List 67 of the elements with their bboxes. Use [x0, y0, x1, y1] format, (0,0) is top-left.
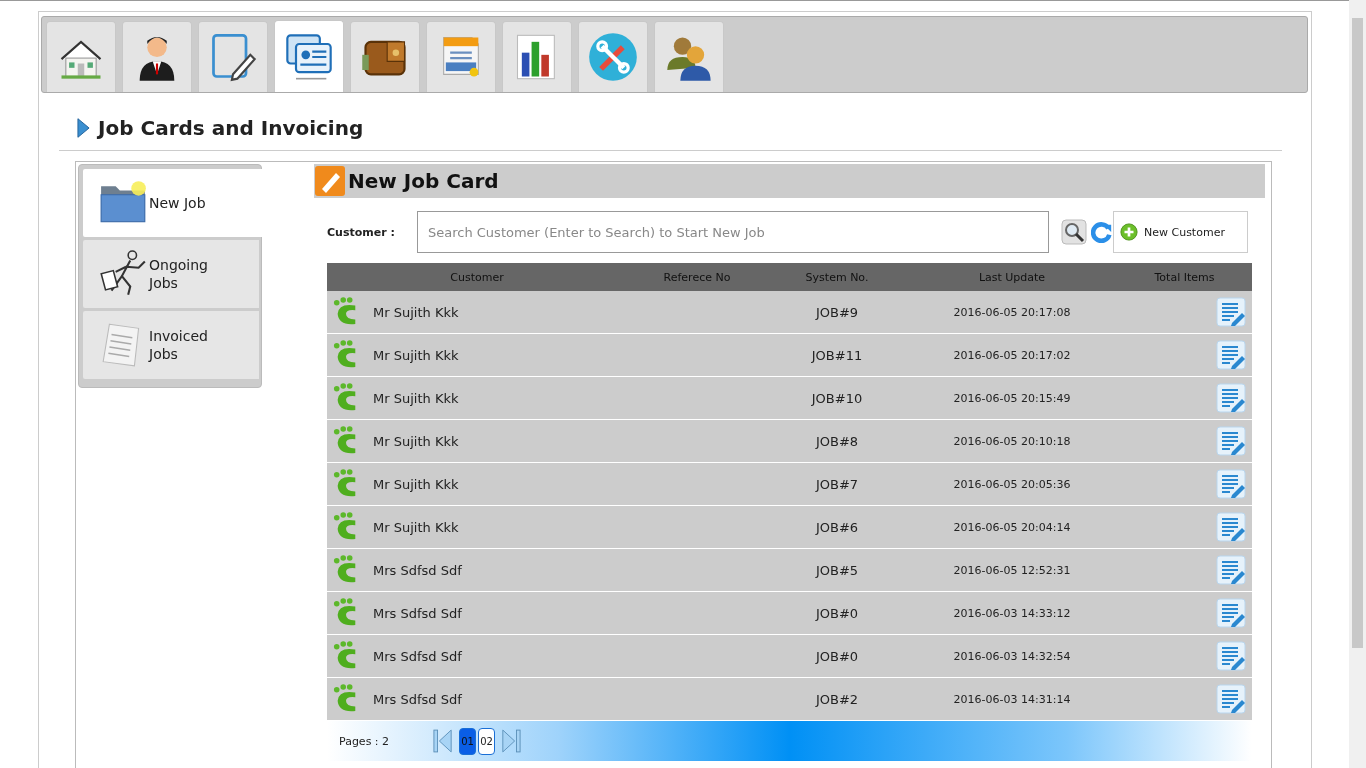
nav-tab[interactable]	[502, 21, 572, 92]
panel-title: New Job Card	[348, 169, 499, 193]
table-cell-text: JOB#6	[814, 519, 860, 535]
page-button[interactable]: 02	[478, 727, 495, 755]
table-cell-text: JOB#7	[814, 476, 860, 492]
customer-name: Mr Sujith Kkk	[373, 519, 459, 535]
edit-document-icon[interactable]	[1216, 512, 1246, 542]
triangle-icon	[77, 117, 90, 139]
nav-tab[interactable]	[350, 21, 420, 92]
customer-name: Mr Sujith Kkk	[373, 476, 459, 492]
edit-document-icon[interactable]	[1216, 641, 1246, 671]
table-cell-text: 2016-06-03 14:32:54	[952, 649, 1072, 663]
plus-icon	[1120, 223, 1138, 241]
table-cell-text: 2016-06-05 20:04:14	[952, 520, 1072, 534]
edit-document-icon[interactable]	[1216, 598, 1246, 628]
customer-name: Mrs Sdfsd Sdf	[373, 562, 462, 578]
column-header: Total Items	[1153, 270, 1216, 284]
table-cell-text: JOB#8	[814, 433, 860, 449]
table-cell-text: 2016-06-05 12:52:31	[952, 563, 1072, 577]
edit-document-icon[interactable]	[1216, 297, 1246, 327]
table-cell-text: JOB#0	[814, 648, 860, 664]
edit-document-icon[interactable]	[1216, 426, 1246, 456]
edit-document-icon[interactable]	[1216, 555, 1246, 585]
table-cell-text: 2016-06-05 20:15:49	[952, 391, 1072, 405]
customer-name: Mr Sujith Kkk	[373, 347, 459, 363]
table-cell-text: JOB#0	[814, 605, 860, 621]
search-icon[interactable]	[1061, 219, 1087, 245]
column-header: System No.	[804, 270, 870, 284]
column-header: Referece No	[662, 270, 732, 284]
refresh-icon[interactable]	[1091, 221, 1113, 243]
sidebar-item[interactable]: Invoiced Jobs	[83, 311, 259, 379]
edit-document-icon[interactable]	[1216, 684, 1246, 714]
first-page-icon[interactable]	[433, 729, 453, 753]
table-cell-text: JOB#9	[814, 304, 860, 320]
sidebar-item[interactable]: Ongoing Jobs	[83, 240, 259, 308]
edit-document-icon[interactable]	[1216, 340, 1246, 370]
tools-icon	[587, 31, 639, 83]
page-count: Pages : 2	[339, 734, 391, 748]
column-header: Last Update	[977, 270, 1047, 284]
customer-name: Mrs Sdfsd Sdf	[373, 691, 462, 707]
column-header: Customer	[449, 270, 505, 284]
new-customer-button[interactable]: New Customer	[1113, 211, 1248, 253]
customer-name: Mrs Sdfsd Sdf	[373, 648, 462, 664]
customer-name: Mrs Sdfsd Sdf	[373, 605, 462, 621]
table-cell-text: 2016-06-03 14:31:14	[952, 692, 1072, 706]
search-field[interactable]: Search Customer (Enter to Search) to Start New Job	[417, 211, 1049, 253]
table-cell-text: 2016-06-05 20:05:36	[952, 477, 1072, 491]
field-label: Customer :	[327, 225, 396, 239]
table-cell-text: JOB#10	[810, 390, 864, 406]
table-cell-text: JOB#2	[814, 691, 860, 707]
page-title: Job Cards and Invoicing	[98, 116, 364, 140]
last-page-icon[interactable]	[501, 729, 521, 753]
table-cell-text: 2016-06-05 20:17:02	[952, 348, 1072, 362]
nav-tab[interactable]	[198, 21, 268, 92]
table-cell-text: 2016-06-05 20:10:18	[952, 434, 1072, 448]
customer-name: Mr Sujith Kkk	[373, 433, 459, 449]
table-cell-text: JOB#5	[814, 562, 860, 578]
scrollbar[interactable]	[1349, 0, 1366, 768]
sidebar-item[interactable]: New Job	[83, 169, 263, 237]
table-cell-text: 2016-06-03 14:33:12	[952, 606, 1072, 620]
edit-document-icon[interactable]	[1216, 469, 1246, 499]
customer-name: Mr Sujith Kkk	[373, 304, 459, 320]
customer-name: Mr Sujith Kkk	[373, 390, 459, 406]
table-cell-text: JOB#11	[810, 347, 864, 363]
edit-document-icon[interactable]	[1216, 383, 1246, 413]
nav-tab[interactable]	[122, 21, 192, 92]
table-cell-text: 2016-06-05 20:17:08	[952, 305, 1072, 319]
